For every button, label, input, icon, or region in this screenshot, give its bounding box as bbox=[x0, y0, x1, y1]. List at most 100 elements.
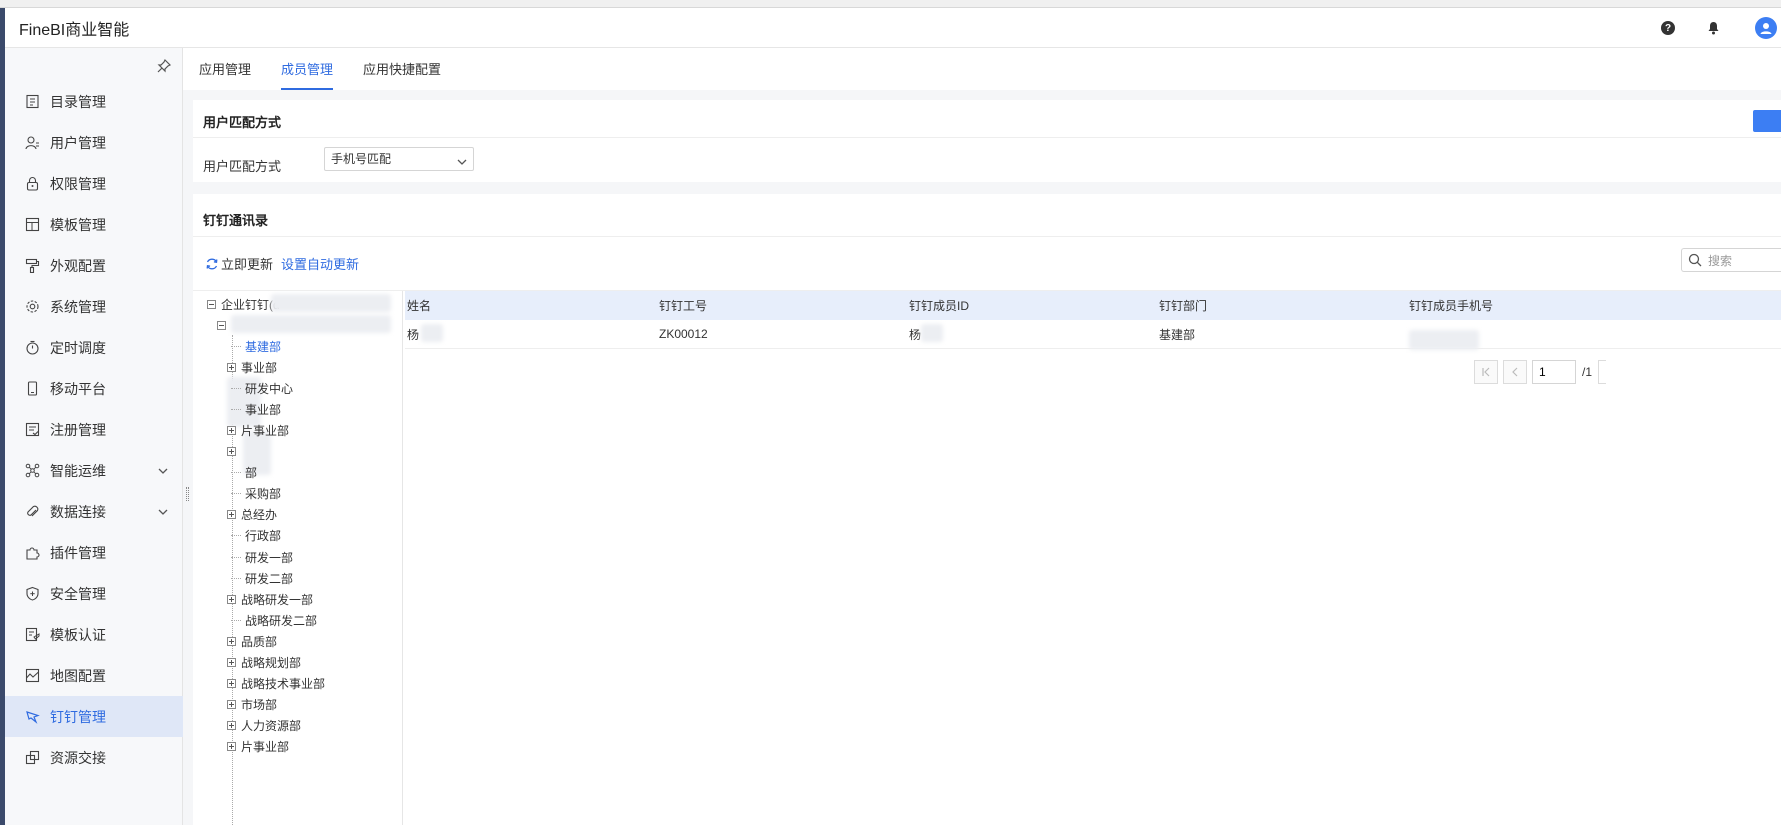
first-page-icon[interactable] bbox=[1474, 360, 1498, 384]
sidebar-item-16[interactable]: 钉钉管理 bbox=[5, 696, 183, 737]
tree-expand-icon[interactable] bbox=[227, 594, 236, 604]
tab-3[interactable]: 应用快捷配置 bbox=[363, 59, 441, 90]
chevron-down-icon[interactable] bbox=[157, 505, 169, 517]
column-header[interactable]: 钉钉成员ID bbox=[905, 297, 1155, 314]
tree-node[interactable]: 基建部 bbox=[231, 336, 281, 356]
tree-node[interactable]: 部 bbox=[231, 463, 257, 483]
next-page-button[interactable] bbox=[1598, 360, 1607, 384]
column-header[interactable]: 钉钉部门 bbox=[1155, 297, 1405, 314]
sidebar-item-9[interactable]: 注册管理 bbox=[5, 409, 183, 450]
redacted-area bbox=[231, 315, 391, 333]
sidebar-item-13[interactable]: 安全管理 bbox=[5, 573, 183, 614]
table-row[interactable]: 杨 ZK00012 杨 基建部 bbox=[405, 320, 1781, 350]
tree-branch-line bbox=[231, 493, 241, 495]
tree-node-label: 研发中心 bbox=[245, 381, 294, 396]
match-mode-select[interactable]: 手机号匹配 bbox=[324, 147, 474, 171]
tree-expand-icon[interactable] bbox=[227, 425, 236, 435]
tree-node[interactable] bbox=[227, 442, 241, 462]
tree-node[interactable]: 片事业部 bbox=[227, 420, 289, 440]
tree-company-node[interactable] bbox=[217, 315, 231, 335]
tree-node[interactable]: 战略研发一部 bbox=[227, 589, 313, 609]
sidebar-item-label: 模板管理 bbox=[50, 216, 106, 233]
table-header: 姓名 钉钉工号 钉钉成员ID 钉钉部门 钉钉成员手机号 bbox=[405, 291, 1781, 320]
contacts-section: 钉钉通讯录 立即更新 设置自动更新 搜索 企业钉钉(d 基建部 事业部 研发中心… bbox=[193, 194, 1781, 825]
refresh-now-button[interactable]: 立即更新 bbox=[221, 254, 273, 273]
tab-2[interactable]: 成员管理 bbox=[281, 59, 334, 90]
tab-1[interactable]: 应用管理 bbox=[199, 59, 251, 90]
sidebar-item-15[interactable]: 地图配置 bbox=[5, 655, 183, 696]
tree-node[interactable]: 行政部 bbox=[231, 526, 281, 546]
shield-icon bbox=[25, 586, 40, 601]
page-number-input[interactable] bbox=[1532, 360, 1576, 384]
pin-icon[interactable] bbox=[156, 58, 172, 74]
search-input[interactable]: 搜索 bbox=[1681, 248, 1781, 272]
pagination: /1 bbox=[1474, 360, 1607, 384]
tree-node[interactable]: 研发二部 bbox=[231, 568, 293, 588]
puzzle-icon bbox=[25, 545, 40, 560]
tree-expand-icon[interactable] bbox=[227, 362, 236, 372]
sidebar-item-6[interactable]: 系统管理 bbox=[5, 286, 183, 327]
table-body: 杨 ZK00012 杨 基建部 bbox=[405, 320, 1781, 350]
tree-node[interactable]: 研发中心 bbox=[231, 378, 293, 398]
sidebar-item-14[interactable]: 模板认证 bbox=[5, 614, 183, 655]
tree-node[interactable]: 战略规划部 bbox=[227, 653, 301, 673]
department-tree: 企业钉钉(d 基建部 事业部 研发中心 事业部 片事业部部采购部 总经办 行政部 研发一部 研发… bbox=[193, 291, 403, 825]
sidebar-item-7[interactable]: 定时调度 bbox=[5, 327, 183, 368]
column-header[interactable]: 钉钉成员手机号 bbox=[1405, 297, 1655, 314]
tree-node-label: 事业部 bbox=[245, 402, 282, 417]
tree-node[interactable]: 战略技术事业部 bbox=[227, 674, 325, 694]
sidebar-item-17[interactable]: 资源交接 bbox=[5, 737, 183, 778]
sidebar-item-4[interactable]: 模板管理 bbox=[5, 204, 183, 245]
table-cell: 基建部 bbox=[1155, 326, 1405, 343]
column-header[interactable]: 钉钉工号 bbox=[655, 297, 905, 314]
tree-node[interactable]: 总经办 bbox=[227, 505, 277, 525]
sidebar-item-8[interactable]: 移动平台 bbox=[5, 368, 183, 409]
tree-node-label: 人力资源部 bbox=[241, 719, 302, 734]
network-icon bbox=[25, 463, 40, 478]
auto-update-link[interactable]: 设置自动更新 bbox=[281, 254, 359, 273]
user-avatar-icon[interactable] bbox=[1755, 17, 1777, 39]
tree-node[interactable]: 人力资源部 bbox=[227, 716, 301, 736]
tree-collapse-icon[interactable] bbox=[207, 299, 216, 309]
tree-collapse-icon[interactable] bbox=[217, 320, 226, 330]
sidebar-item-2[interactable]: 用户管理 bbox=[5, 122, 183, 163]
handover-icon bbox=[25, 750, 40, 765]
tree-expand-icon[interactable] bbox=[227, 700, 236, 710]
tree-expand-icon[interactable] bbox=[227, 636, 236, 646]
save-button[interactable] bbox=[1753, 110, 1781, 132]
tree-node[interactable]: 采购部 bbox=[231, 484, 281, 504]
tree-expand-icon[interactable] bbox=[227, 658, 236, 667]
prev-page-icon[interactable] bbox=[1503, 360, 1527, 384]
tree-expand-icon[interactable] bbox=[227, 721, 236, 731]
bell-icon[interactable] bbox=[1705, 20, 1721, 36]
tree-expand-icon[interactable] bbox=[227, 679, 236, 689]
sidebar-item-3[interactable]: 权限管理 bbox=[5, 163, 183, 204]
tree-node[interactable]: 事业部 bbox=[231, 399, 281, 419]
refresh-icon[interactable] bbox=[205, 257, 219, 271]
sidebar-item-12[interactable]: 插件管理 bbox=[5, 532, 183, 573]
map-icon bbox=[25, 668, 40, 683]
tree-node-label: 研发二部 bbox=[245, 571, 294, 586]
chevron-down-icon[interactable] bbox=[157, 464, 169, 476]
tree-branch-line bbox=[231, 577, 241, 579]
tree-node[interactable]: 事业部 bbox=[227, 357, 277, 377]
tree-node[interactable]: 片事业部 bbox=[227, 737, 289, 757]
tree-node[interactable]: 研发一部 bbox=[231, 547, 293, 567]
tree-node-label: 战略规划部 bbox=[241, 656, 302, 670]
help-icon[interactable]: ? bbox=[1661, 21, 1675, 35]
tree-expand-icon[interactable] bbox=[227, 510, 236, 520]
sidebar-item-11[interactable]: 数据连接 bbox=[5, 491, 183, 532]
sidebar-item-label: 移动平台 bbox=[50, 380, 106, 397]
sidebar-item-5[interactable]: 外观配置 bbox=[5, 245, 183, 286]
tree-expand-icon[interactable] bbox=[227, 742, 236, 752]
sidebar-item-1[interactable]: 目录管理 bbox=[5, 81, 183, 122]
tree-root[interactable]: 企业钉钉(d bbox=[207, 294, 280, 314]
tree-node[interactable]: 市场部 bbox=[227, 695, 277, 715]
tree-node[interactable]: 战略研发二部 bbox=[231, 610, 317, 630]
tree-node-label: 片事业部 bbox=[241, 423, 290, 438]
tree-expand-icon[interactable] bbox=[227, 447, 236, 456]
tree-node[interactable]: 品质部 bbox=[227, 631, 277, 651]
column-header[interactable]: 姓名 bbox=[405, 297, 655, 314]
sidebar-item-10[interactable]: 智能运维 bbox=[5, 450, 183, 491]
mobile-icon bbox=[25, 381, 40, 396]
